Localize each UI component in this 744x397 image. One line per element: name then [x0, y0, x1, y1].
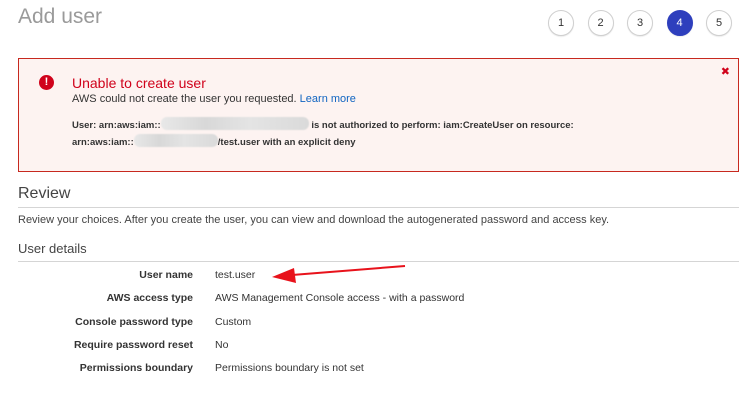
step-4-button[interactable]: 4	[666, 10, 693, 36]
step-2-button[interactable]: 2	[587, 10, 614, 36]
review-description: Review your choices. After you create th…	[18, 214, 610, 226]
error-message: AWS could not create the user you reques…	[72, 93, 356, 105]
detail-row-permissions-boundary: Permissions boundary Permissions boundar…	[0, 362, 744, 376]
error-alert: ! Unable to create user AWS could not cr…	[18, 58, 739, 172]
learn-more-link[interactable]: Learn more	[300, 93, 356, 105]
error-icon: !	[39, 75, 54, 90]
error-message-text: AWS could not create the user you reques…	[72, 93, 297, 105]
error-detail-text-1: User: arn:aws:iam::	[72, 120, 161, 131]
divider	[18, 261, 739, 262]
detail-label: Console password type	[75, 316, 193, 328]
detail-label: AWS access type	[106, 292, 193, 304]
wizard-steps: 1 2 3 4 5	[548, 10, 744, 36]
error-detail-text-2: is not authorized to perform: iam:Create…	[308, 120, 574, 131]
step-1-button[interactable]: 1	[548, 10, 574, 36]
detail-label: Require password reset	[73, 339, 193, 351]
detail-row-access-type: AWS access type AWS Management Console a…	[0, 292, 744, 306]
detail-value: No	[215, 339, 229, 351]
error-detail: User: arn:aws:iam:: is not authorized to…	[72, 117, 574, 151]
page-title: Add user	[18, 5, 103, 28]
detail-label: User name	[139, 269, 193, 281]
detail-row-user-name: User name test.user	[0, 269, 744, 283]
detail-value: test.user	[215, 269, 256, 281]
detail-label: Permissions boundary	[79, 362, 193, 374]
detail-row-password-reset: Require password reset No	[0, 339, 744, 353]
detail-value: AWS Management Console access - with a p…	[215, 292, 465, 304]
error-detail-text-3: arn:aws:iam::	[72, 137, 134, 148]
detail-value: Permissions boundary is not set	[215, 362, 364, 374]
step-5-button[interactable]: 5	[706, 10, 732, 36]
review-heading: Review	[18, 185, 71, 202]
redacted-account-id	[133, 134, 218, 147]
error-detail-text-4: /test.user with an explicit deny	[217, 137, 356, 148]
close-icon[interactable]: ✖	[721, 65, 730, 78]
error-title: Unable to create user	[72, 75, 206, 91]
redacted-account-id	[160, 117, 309, 130]
divider	[18, 207, 739, 208]
detail-value: Custom	[215, 316, 252, 328]
step-3-button[interactable]: 3	[627, 10, 653, 36]
detail-row-password-type: Console password type Custom	[0, 316, 744, 330]
user-details-heading: User details	[18, 241, 87, 256]
